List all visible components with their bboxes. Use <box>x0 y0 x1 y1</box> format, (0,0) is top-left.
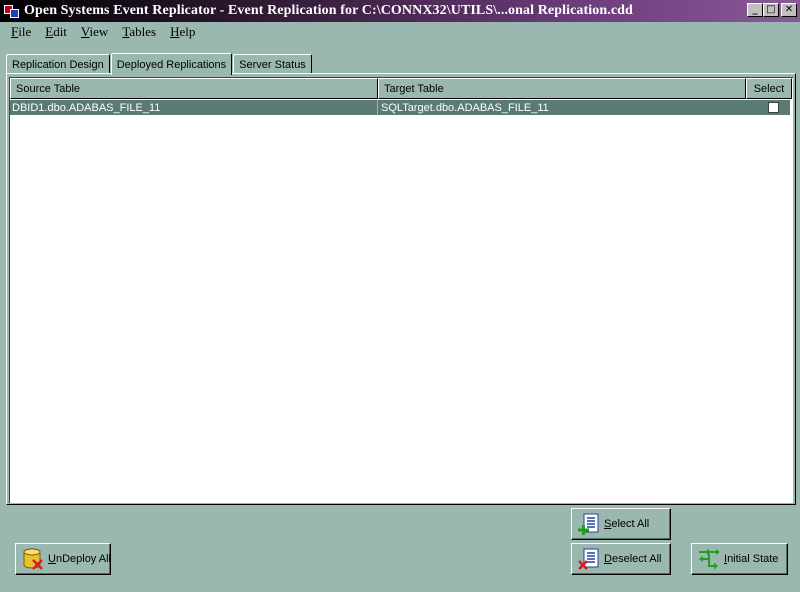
flow-arrows-icon <box>699 548 720 570</box>
select-cell <box>746 100 790 115</box>
menu-file-label: ile <box>18 24 32 39</box>
window-title: Open Systems Event Replicator - Event Re… <box>24 3 633 18</box>
title-bar[interactable]: Open Systems Event Replicator - Event Re… <box>0 0 800 22</box>
deselect-all-label: Deselect All <box>604 553 662 565</box>
tab-deployed-replications[interactable]: Deployed Replications <box>110 53 233 75</box>
minimize-button[interactable]: _ <box>747 3 763 17</box>
menu-bar: File Edit View Tables Help <box>0 22 800 42</box>
menu-view-accel: V <box>80 24 90 39</box>
undeploy-all-label: UnDeploy All <box>48 553 111 565</box>
target-table-cell[interactable]: SQLTarget.dbo.ADABAS_FILE_11 <box>378 100 746 115</box>
deselect-all-button[interactable]: Deselect All <box>571 543 671 575</box>
table-row[interactable]: DBID1.dbo.ADABAS_FILE_11 SQLTarget.dbo.A… <box>10 100 790 115</box>
window-controls: _ □ ✕ <box>747 3 797 17</box>
tab-panel: Source Table Target Table Select DBID1.d… <box>6 73 796 505</box>
select-checkbox[interactable] <box>767 102 779 113</box>
close-button[interactable]: ✕ <box>781 3 797 17</box>
menu-file[interactable]: File <box>4 24 38 40</box>
menu-view[interactable]: View <box>74 24 115 40</box>
undeploy-all-button[interactable]: UnDeploy All <box>15 543 111 575</box>
tab-server-status[interactable]: Server Status <box>233 54 312 74</box>
app-icon[interactable] <box>4 3 20 19</box>
menu-tables[interactable]: Tables <box>115 24 163 40</box>
menu-help-label: elp <box>179 24 196 39</box>
grid-header: Source Table Target Table Select <box>10 78 793 99</box>
column-header-source-table[interactable]: Source Table <box>10 78 378 99</box>
initial-state-label: Initial State <box>724 553 779 565</box>
database-delete-icon <box>23 548 43 570</box>
select-all-label: Select All <box>604 518 650 530</box>
menu-view-label: iew <box>89 24 109 39</box>
maximize-button[interactable]: □ <box>763 3 779 17</box>
menu-tables-label: ables <box>129 24 157 39</box>
select-all-icon <box>578 513 599 535</box>
deselect-all-icon <box>578 548 599 570</box>
menu-edit[interactable]: Edit <box>38 24 74 40</box>
replication-grid[interactable]: Source Table Target Table Select DBID1.d… <box>9 77 793 503</box>
initial-state-button[interactable]: Initial State <box>691 543 788 575</box>
source-table-cell[interactable]: DBID1.dbo.ADABAS_FILE_11 <box>10 100 378 115</box>
menu-help[interactable]: Help <box>163 24 202 40</box>
tab-strip: Replication Design Deployed Replications… <box>6 52 313 75</box>
menu-edit-accel: E <box>45 24 54 39</box>
select-all-button[interactable]: Select All <box>571 508 671 540</box>
column-header-target-table[interactable]: Target Table <box>378 78 746 99</box>
menu-edit-label: dit <box>53 24 67 39</box>
tab-replication-design[interactable]: Replication Design <box>6 54 110 74</box>
column-header-select[interactable]: Select <box>746 78 792 99</box>
